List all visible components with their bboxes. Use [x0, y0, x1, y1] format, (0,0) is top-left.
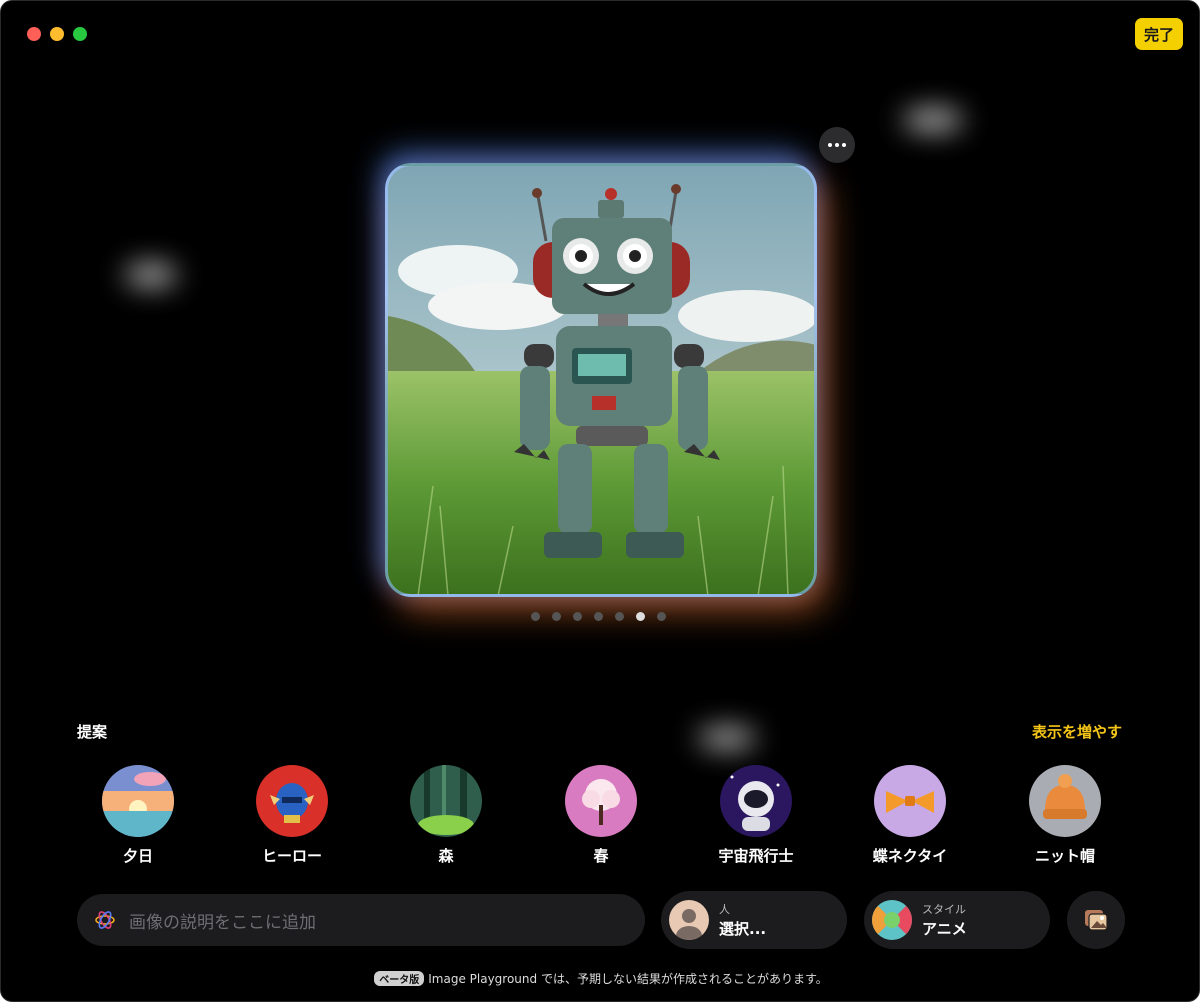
prompt-placeholder: 画像の説明をここに追加 [129, 912, 316, 933]
disclaimer-text: Image Playground では、予期しない結果が作成されることがあります… [428, 972, 828, 986]
ellipsis-icon [828, 143, 832, 147]
hero-mask-icon [256, 765, 328, 837]
gallery-icon [1085, 910, 1108, 931]
bowtie-icon [874, 765, 946, 837]
prompt-input[interactable]: 画像の説明をここに追加 [77, 894, 645, 946]
suggestion-label: 夕日 [122, 847, 153, 865]
disclaimer: ベータ版 Image Playground では、予期しない結果が作成されることが… [1, 970, 1199, 987]
suggestions-title: 提案 [77, 723, 108, 741]
suggestion-label: 宇宙飛行士 [718, 847, 794, 865]
suggestion-label: 春 [593, 847, 609, 865]
page-dot[interactable] [615, 612, 624, 621]
blurred-bubble [125, 264, 177, 286]
person-chip-value: 選択... [719, 920, 767, 938]
style-icon [872, 900, 912, 940]
suggestion-item[interactable]: 夕日 [73, 765, 203, 866]
blurred-bubble [698, 728, 756, 748]
page-indicator [531, 612, 666, 621]
knit-hat-icon [1029, 765, 1101, 837]
close-window-button[interactable] [27, 27, 41, 41]
style-chip-caption: スタイル [922, 903, 966, 916]
suggestion-item[interactable]: ヒーロー [227, 765, 357, 866]
ellipsis-icon-dot [835, 143, 839, 147]
astronaut-icon [720, 765, 792, 837]
playground-icon [95, 911, 115, 929]
maximize-window-button[interactable] [73, 27, 87, 41]
generated-image[interactable] [385, 163, 817, 597]
style-select-button[interactable]: スタイル アニメ [864, 891, 1050, 949]
suggestion-item[interactable]: 春 [536, 765, 666, 866]
done-button[interactable]: 完了 [1135, 18, 1183, 50]
gallery-button[interactable] [1067, 891, 1125, 949]
person-chip-caption: 人 [719, 903, 730, 916]
blurred-bubble [903, 109, 963, 131]
person-icon [669, 900, 709, 940]
beta-badge: ベータ版 [374, 971, 425, 986]
suggestion-label: ニット帽 [1034, 847, 1095, 865]
suggestion-item[interactable]: 森 [381, 765, 511, 866]
page-dot-active[interactable] [636, 612, 645, 621]
minimize-window-button[interactable] [50, 27, 64, 41]
image-playground-window: 完了 提案 表示を増やす 夕日 ヒーロー 森 春 宇宙飛行士 蝶ネクタイ ニット… [0, 0, 1200, 1002]
more-options-button[interactable] [819, 127, 855, 163]
forest-icon [410, 765, 482, 837]
suggestion-label: 蝶ネクタイ [872, 847, 948, 865]
page-dot[interactable] [594, 612, 603, 621]
style-chip-value: アニメ [922, 920, 967, 938]
page-dot[interactable] [552, 612, 561, 621]
suggestion-item[interactable]: 宇宙飛行士 [691, 765, 821, 866]
cherry-tree-icon [565, 765, 637, 837]
show-more-link[interactable]: 表示を増やす [1032, 721, 1122, 742]
suggestion-label: 森 [438, 847, 454, 865]
page-dot[interactable] [573, 612, 582, 621]
ellipsis-icon-dot [842, 143, 846, 147]
suggestion-item[interactable]: ニット帽 [1000, 765, 1130, 866]
suggestions-row: 夕日 ヒーロー 森 春 宇宙飛行士 蝶ネクタイ ニット帽 [101, 765, 1101, 865]
sunset-icon [102, 765, 174, 837]
page-dot[interactable] [657, 612, 666, 621]
suggestion-label: ヒーロー [261, 847, 322, 865]
suggestion-item[interactable]: 蝶ネクタイ [845, 765, 975, 866]
page-dot[interactable] [531, 612, 540, 621]
person-select-button[interactable]: 人 選択... [661, 891, 847, 949]
robot-image [388, 166, 814, 594]
window-controls [27, 27, 87, 41]
